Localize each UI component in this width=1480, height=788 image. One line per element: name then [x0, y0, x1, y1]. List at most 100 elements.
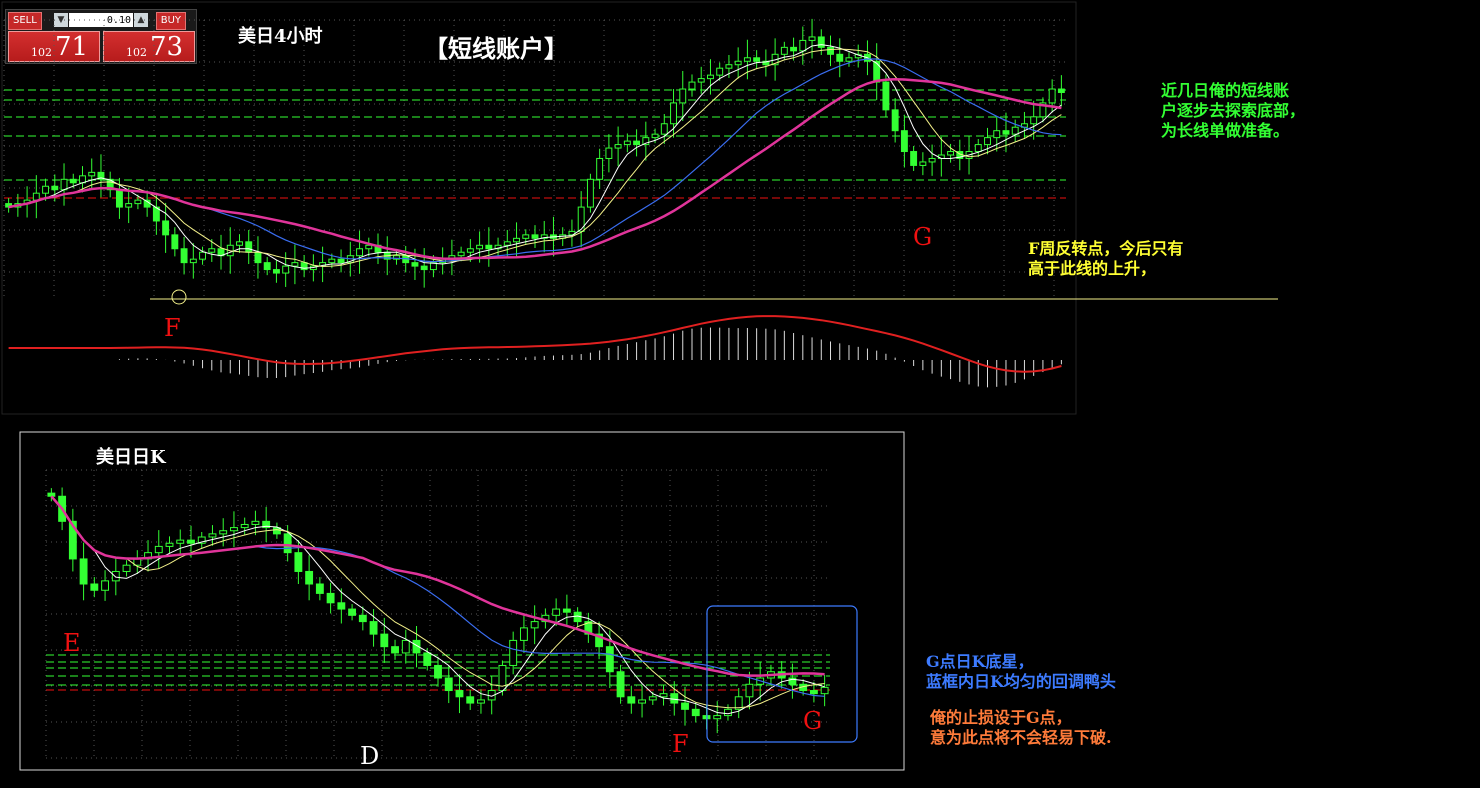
candle-body: [691, 708, 700, 717]
candle-body: [697, 78, 705, 83]
candle-body: [245, 241, 253, 253]
candle-body: [503, 241, 511, 246]
candle-body: [679, 88, 687, 104]
candle-body: [562, 608, 571, 613]
candle-body: [125, 203, 133, 208]
candle-body: [531, 234, 539, 239]
candle-body: [1030, 116, 1038, 125]
candle-body: [171, 234, 179, 250]
candle-body: [713, 715, 722, 720]
candle-body: [337, 258, 345, 264]
top-chart-period-title: 美日4小时: [238, 25, 323, 47]
candle-body: [651, 133, 659, 139]
candle-body: [90, 583, 99, 591]
candle-body: [236, 241, 243, 246]
candle-body: [1057, 88, 1065, 94]
candle-body: [42, 185, 50, 194]
candle-body: [638, 699, 646, 704]
candle-body: [455, 690, 464, 698]
candle-body: [734, 60, 742, 66]
candle-body: [891, 109, 899, 132]
candle-body: [165, 542, 174, 547]
candle-body: [401, 639, 410, 654]
note-blue-line-2: 蓝框内日K均匀的回调鸭头: [926, 672, 1116, 691]
candle-body: [444, 677, 453, 692]
candle-body: [60, 178, 68, 191]
candle-body: [688, 81, 696, 90]
candle-body: [623, 140, 631, 146]
candle-body: [122, 564, 131, 572]
candle-body: [616, 671, 625, 698]
candle-body: [724, 708, 732, 717]
top-marker-g: G: [913, 223, 932, 251]
candle-body: [457, 251, 465, 257]
candle-body: [240, 523, 249, 529]
candle-body: [176, 539, 185, 544]
candle-body: [283, 533, 292, 554]
candle-body: [348, 608, 357, 616]
candle-body: [820, 686, 829, 695]
candle-body: [519, 627, 528, 641]
candle-body: [716, 67, 724, 76]
candle-body: [305, 570, 314, 585]
candle-body: [873, 60, 881, 83]
bottom-chart-title: 美日日K: [96, 446, 167, 468]
candle-body: [845, 57, 853, 62]
note-green-line-2: 户逐步去探索底部，: [1161, 101, 1305, 120]
candle-body: [358, 614, 367, 623]
candle-body: [513, 237, 520, 243]
candle-body: [984, 137, 991, 146]
candle-body: [974, 144, 982, 153]
candle-body: [88, 171, 96, 177]
candle-body: [154, 545, 163, 554]
candle-body: [605, 646, 614, 673]
candle-body: [328, 258, 336, 264]
candle-body: [254, 251, 262, 264]
candle-body: [780, 46, 788, 55]
candle-body: [272, 269, 280, 274]
bottom-marker-f: F: [672, 730, 689, 758]
candle-body: [189, 258, 197, 264]
note-yellow-line-1: F周反转点，今后只有: [1028, 239, 1183, 258]
candle-body: [466, 248, 474, 253]
candle-body: [530, 621, 539, 629]
candle-body: [476, 244, 484, 250]
candle-body: [809, 690, 818, 695]
candle-body: [1002, 130, 1010, 135]
bottom-chart-candles: [47, 487, 829, 734]
candle-body: [817, 36, 825, 48]
candle-body: [356, 248, 363, 257]
candle-body: [919, 161, 927, 166]
candle-body: [423, 652, 432, 666]
candle-body: [208, 248, 216, 253]
candle-body: [79, 558, 88, 585]
candle-body: [836, 53, 844, 62]
top-chart-account-title: 【短线账户】: [424, 34, 568, 63]
candle-body: [659, 693, 668, 698]
bottom-marker-e: E: [63, 629, 81, 657]
candle-body: [294, 552, 303, 572]
candle-body: [162, 220, 170, 236]
candle-body: [369, 621, 378, 635]
candle-body: [947, 151, 955, 156]
candle-body: [633, 140, 641, 146]
candle-body: [365, 244, 373, 250]
candle-body: [230, 527, 238, 532]
candle-body: [380, 633, 389, 648]
f-point-circle: [171, 289, 187, 305]
candle-body: [111, 570, 120, 582]
candle-body: [670, 102, 677, 125]
candle-body: [596, 157, 604, 180]
candle-body: [291, 262, 299, 267]
candle-body: [199, 251, 207, 260]
candle-body: [115, 189, 123, 208]
top-chart-frame: [1, 1, 1077, 415]
candle-body: [928, 157, 936, 163]
candle-body: [993, 130, 1001, 139]
candle-body: [681, 702, 689, 710]
candle-body: [315, 583, 324, 594]
candle-body: [391, 646, 399, 654]
note-green-line-3: 为长线单做准备。: [1161, 121, 1289, 140]
candle-body: [134, 199, 142, 205]
chart-canvas: 美日4小时 【短线账户】 F G 近几日俺的短线账 户逐步去探索底部， 为长线单…: [1, 1, 1305, 771]
